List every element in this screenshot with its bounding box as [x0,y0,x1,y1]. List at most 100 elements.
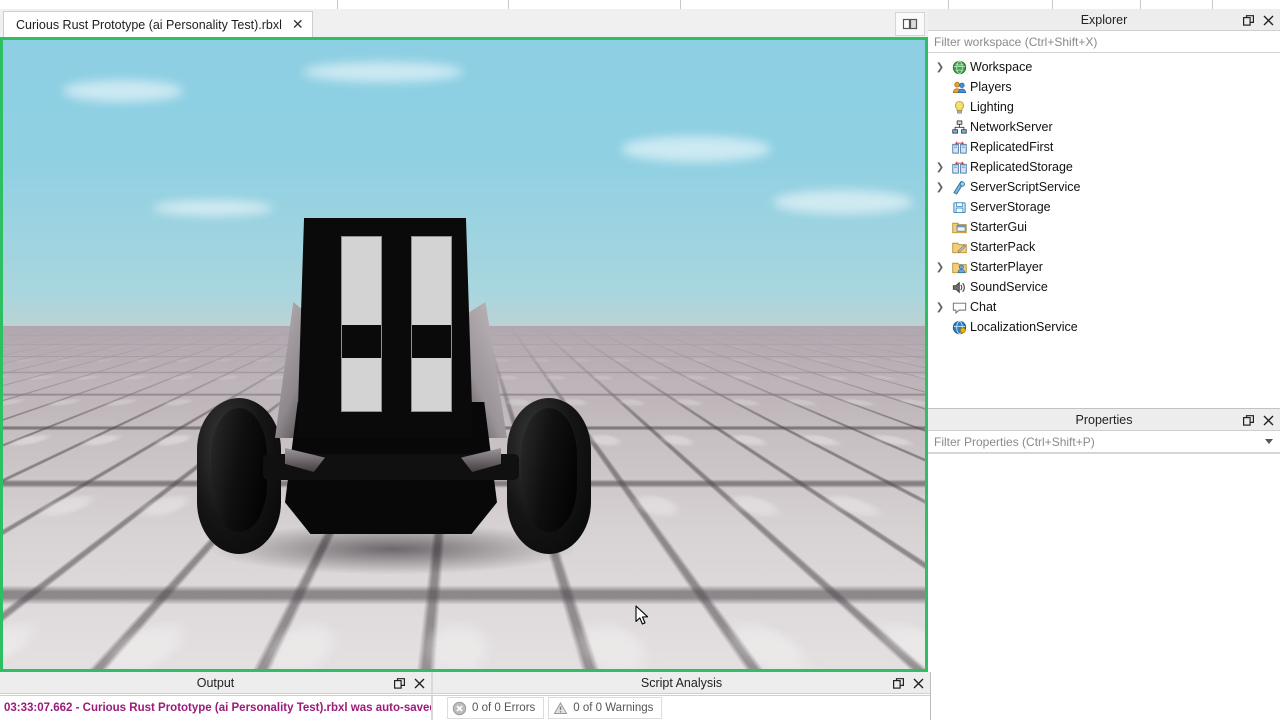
chevron-right-icon[interactable]: ❯ [932,62,948,73]
script-analysis-toolbar: 0 of 0 Errors 0 of 0 Warnings [433,695,930,720]
globe-green-icon [952,60,966,74]
replicate-icon [951,160,967,174]
script-service-icon [952,180,965,195]
chevron-right-icon[interactable]: ❯ [932,302,948,313]
output-title: Output [196,675,235,690]
wheel-right [507,398,591,554]
explorer-item-label: Workspace [970,60,1033,74]
output-log-line: 03:33:07.662 - Curious Rust Prototype (a… [4,702,437,714]
script-analysis-panel-buttons [893,672,924,694]
explorer-item-label: StarterPlayer [970,260,1043,274]
explorer-item-label: StarterPack [970,240,1036,254]
close-panel-icon[interactable] [913,678,924,689]
toolbar-divider [680,0,681,9]
cloud [63,80,183,102]
explorer-item-starterpack[interactable]: StarterPack [928,237,1280,257]
errors-label: 0 of 0 Errors [472,702,536,714]
chevron-right-icon[interactable]: ❯ [932,182,948,193]
explorer-panel: Explorer Filter workspace (Ctrl+Shift+X)… [928,9,1280,409]
wheel-inner [211,408,267,532]
chevron-right-icon[interactable]: ❯ [932,162,948,173]
script-analysis-title-bar: Script Analysis [433,672,930,694]
toolbar-divider [1140,0,1141,9]
globe-blue-icon [952,320,966,334]
tab-close-icon[interactable]: ✕ [292,18,304,32]
explorer-item-serverstorage[interactable]: ServerStorage [928,197,1280,217]
explorer-item-label: ServerStorage [970,200,1051,214]
explorer-item-label: Players [970,80,1012,94]
explorer-item-chat[interactable]: ❯ Chat [928,297,1280,317]
tab-label: Curious Rust Prototype (ai Personality T… [16,18,282,32]
globe-blue-icon [948,320,970,335]
close-panel-icon[interactable] [1263,15,1274,26]
network-icon [951,120,967,134]
output-log-area[interactable]: 03:33:07.662 - Curious Rust Prototype (a… [0,695,436,720]
explorer-item-serverscriptservice[interactable]: ❯ ServerScriptService [928,177,1280,197]
close-panel-icon[interactable] [1263,415,1274,426]
replicate-icon [951,140,967,154]
float-panel-icon[interactable] [394,677,405,689]
explorer-item-replicatedfirst[interactable]: ReplicatedFirst [928,137,1280,157]
tab-place-file[interactable]: Curious Rust Prototype (ai Personality T… [3,11,313,38]
folder-pack-icon [948,240,970,255]
output-title-bar: Output [0,672,431,694]
explorer-tree: ❯ Workspace Players Lighting NetworkServer Re… [928,53,1280,337]
float-panel-icon[interactable] [893,677,904,689]
float-panel-icon[interactable] [1243,14,1254,26]
explorer-item-players[interactable]: Players [928,77,1280,97]
properties-filter-input[interactable]: Filter Properties (Ctrl+Shift+P) [928,431,1280,453]
errors-filter-button[interactable]: 0 of 0 Errors [447,697,545,719]
explorer-item-soundservice[interactable]: SoundService [928,277,1280,297]
folder-player-icon [948,260,970,275]
warnings-label: 0 of 0 Warnings [573,702,654,714]
toolbar-divider [337,0,338,9]
properties-filter-placeholder: Filter Properties (Ctrl+Shift+P) [934,434,1095,449]
chevron-down-icon[interactable] [1265,439,1273,444]
cloud [303,62,463,82]
properties-title: Properties [1075,412,1133,427]
vehicle-stripe-left [341,236,382,412]
explorer-item-workspace[interactable]: ❯ Workspace [928,57,1280,77]
stripe-band [342,325,381,358]
stripe-band [412,325,451,358]
explorer-item-label: SoundService [970,280,1048,294]
explorer-item-startergui[interactable]: StarterGui [928,217,1280,237]
explorer-item-label: ReplicatedFirst [970,140,1054,154]
viewport-selection-border [0,37,928,672]
vehicle-model[interactable] [189,206,599,596]
explorer-filter-input[interactable]: Filter workspace (Ctrl+Shift+X) [928,31,1280,53]
speaker-icon [948,280,970,295]
float-panel-icon[interactable] [1243,414,1254,426]
explorer-title: Explorer [1080,12,1128,27]
roblox-studio-window: Curious Rust Prototype (ai Personality T… [0,0,1280,720]
restore-window-icon[interactable] [895,12,925,36]
chat-bubble-icon [952,302,966,314]
storage-icon [952,201,966,213]
explorer-item-label: Lighting [970,100,1014,114]
properties-title-bar: Properties [928,409,1280,431]
explorer-item-lighting[interactable]: Lighting [928,97,1280,117]
wheel-inner [521,408,577,532]
explorer-item-label: NetworkServer [970,120,1053,134]
network-icon [948,120,970,135]
output-panel: Output 03:33:07.662 - Curious Rust Proto… [0,672,436,720]
explorer-item-replicatedstorage[interactable]: ❯ ReplicatedStorage [928,157,1280,177]
close-panel-icon[interactable] [414,678,425,689]
toolbar-divider [508,0,509,9]
chat-bubble-icon [948,300,970,315]
right-dock: Explorer Filter workspace (Ctrl+Shift+X)… [928,9,1280,672]
explorer-item-localizationservice[interactable]: LocalizationService [928,317,1280,337]
folder-gui-icon [951,222,967,233]
properties-panel: Properties Filter Properties (Ctrl+Shift… [928,409,1280,628]
warnings-filter-button[interactable]: 0 of 0 Warnings [548,697,663,719]
script-analysis-title: Script Analysis [640,675,723,690]
folder-pack-icon [951,242,967,253]
cloud [621,136,771,162]
globe-green-icon [948,60,970,75]
roblox-3d-viewport[interactable] [3,40,925,669]
explorer-item-starterplayer[interactable]: ❯ StarterPlayer [928,257,1280,277]
explorer-item-networkserver[interactable]: NetworkServer [928,117,1280,137]
script-analysis-panel: Script Analysis 0 of 0 Errors 0 of 0 War… [433,672,930,720]
explorer-item-label: ReplicatedStorage [970,160,1073,174]
chevron-right-icon[interactable]: ❯ [932,262,948,273]
